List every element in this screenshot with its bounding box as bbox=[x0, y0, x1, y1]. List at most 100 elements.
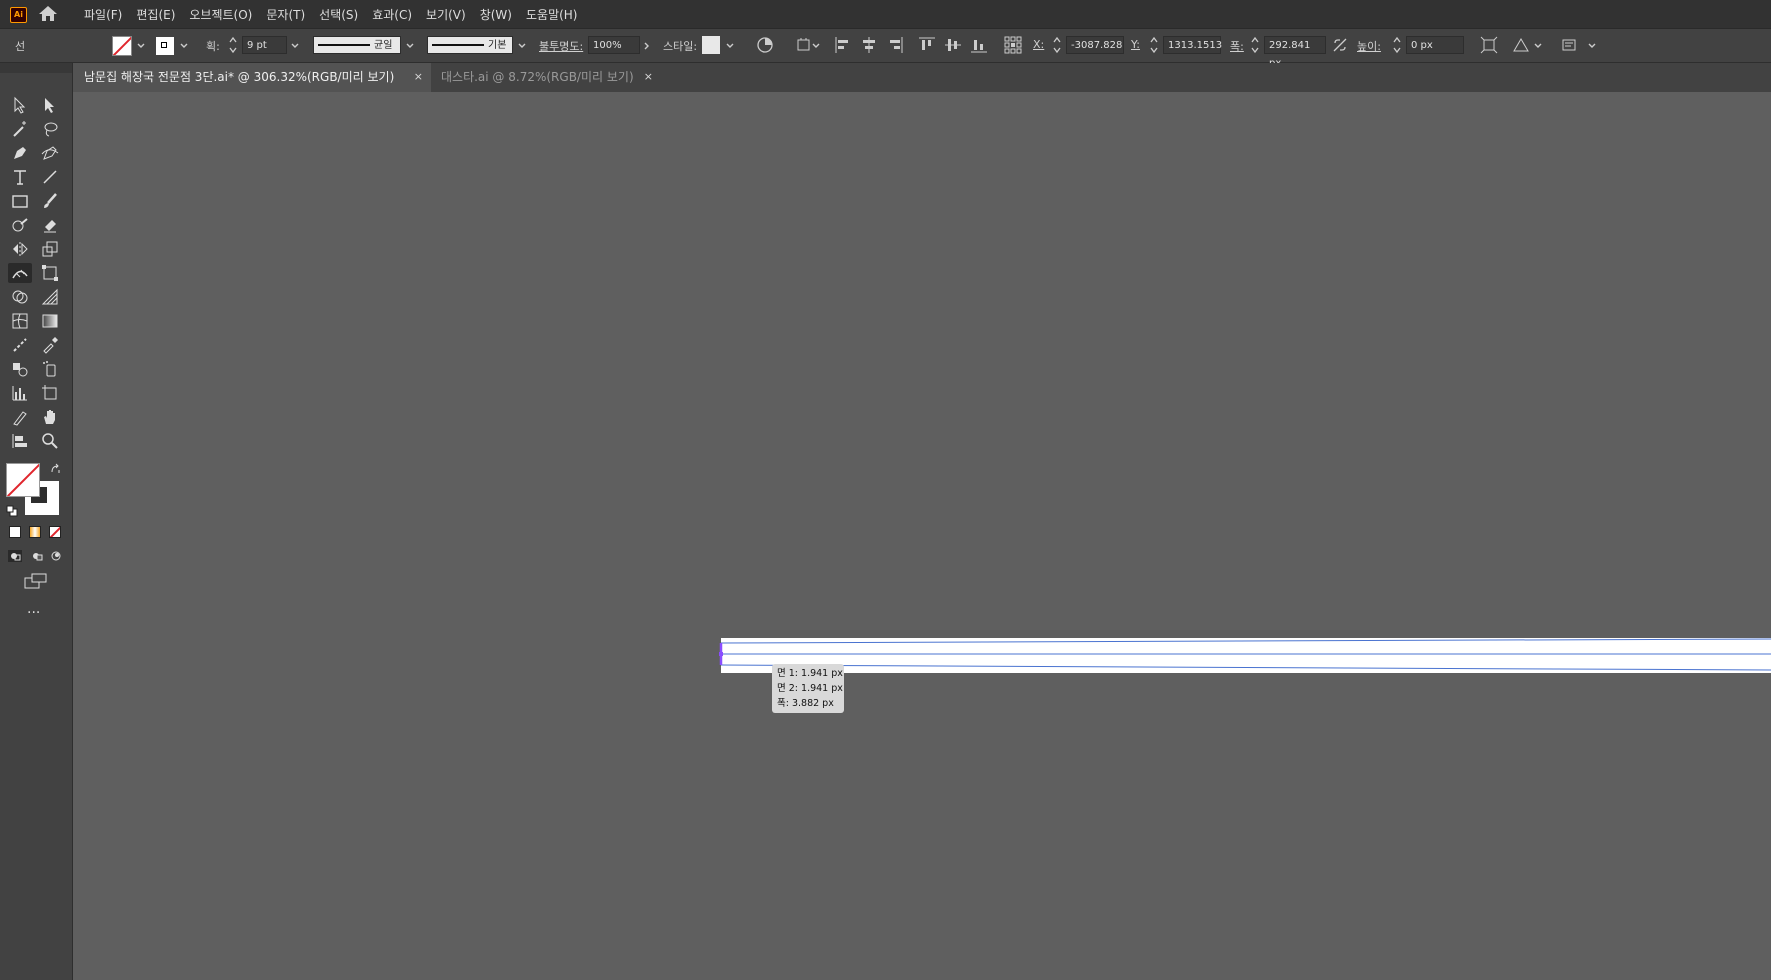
symbol-sprayer-tool-icon[interactable] bbox=[38, 359, 62, 379]
draw-inside-icon[interactable] bbox=[50, 550, 62, 562]
align-left-icon[interactable] bbox=[834, 36, 852, 54]
color-mode-icon[interactable] bbox=[9, 526, 21, 538]
height-label: 높이: bbox=[1357, 40, 1381, 53]
chevron-right-icon[interactable] bbox=[642, 41, 652, 51]
chevron-down-icon[interactable] bbox=[1587, 41, 1597, 51]
menu-effect[interactable]: 효과(C) bbox=[372, 6, 412, 23]
magic-wand-tool-icon[interactable] bbox=[8, 119, 32, 139]
y-label: Y: bbox=[1131, 38, 1140, 51]
menu-window[interactable]: 창(W) bbox=[480, 6, 512, 23]
spinner-icon[interactable] bbox=[1392, 35, 1402, 55]
menu-file[interactable]: 파일(F) bbox=[84, 6, 122, 23]
swap-colors-icon[interactable] bbox=[50, 463, 62, 475]
tab-document-active[interactable]: 남문집 해장국 전문점 3단.ai* @ 306.32%(RGB/미리 보기) … bbox=[74, 63, 431, 92]
gradient-mode-icon[interactable] bbox=[29, 526, 41, 538]
none-mode-icon[interactable] bbox=[49, 526, 61, 538]
shape-properties-icon[interactable] bbox=[1512, 36, 1530, 54]
direct-selection-tool-icon[interactable] bbox=[38, 95, 62, 115]
spinner-icon[interactable] bbox=[1250, 35, 1260, 55]
opacity-label[interactable]: 불투명도: bbox=[539, 38, 583, 54]
reference-point-icon[interactable] bbox=[1004, 36, 1022, 54]
draw-behind-icon[interactable] bbox=[30, 550, 44, 562]
change-screen-mode-icon[interactable] bbox=[24, 573, 48, 591]
reflect-tool-icon[interactable] bbox=[8, 239, 32, 259]
draw-normal-icon[interactable] bbox=[8, 550, 22, 562]
brush-definition[interactable]: 기본 bbox=[427, 36, 513, 54]
eyedropper-tool-icon[interactable] bbox=[38, 335, 62, 355]
tools-panel-header[interactable] bbox=[0, 63, 72, 73]
selected-path[interactable] bbox=[715, 636, 1771, 676]
constrain-proportions-icon[interactable] bbox=[1332, 37, 1348, 53]
menu-type[interactable]: 문자(T) bbox=[266, 6, 305, 23]
column-graph-tool-icon[interactable] bbox=[8, 383, 32, 403]
menu-edit[interactable]: 편집(E) bbox=[136, 6, 175, 23]
eraser-tool-icon[interactable] bbox=[38, 215, 62, 235]
graphic-style-swatch[interactable] bbox=[702, 36, 720, 54]
print-tiling-tool-icon[interactable] bbox=[8, 431, 32, 451]
spinner-icon[interactable] bbox=[1149, 35, 1159, 55]
fill-swatch[interactable] bbox=[112, 36, 132, 56]
brush-line bbox=[432, 44, 484, 46]
transform-panel-icon[interactable] bbox=[1480, 36, 1498, 54]
chevron-down-icon[interactable] bbox=[517, 41, 527, 51]
chevron-down-icon[interactable] bbox=[179, 41, 189, 51]
lasso-tool-icon[interactable] bbox=[38, 119, 62, 139]
align-right-icon[interactable] bbox=[886, 36, 904, 54]
selection-tool-icon[interactable] bbox=[8, 95, 32, 115]
panel-menu-icon[interactable] bbox=[1560, 36, 1578, 54]
x-input[interactable]: -3087.8286 bbox=[1066, 36, 1124, 54]
hand-tool-icon[interactable] bbox=[38, 407, 62, 427]
width-tool-icon[interactable] bbox=[8, 263, 32, 283]
slice-tool-icon[interactable] bbox=[8, 407, 32, 427]
chevron-down-icon[interactable] bbox=[405, 41, 415, 51]
shaper-tool-icon[interactable] bbox=[8, 215, 32, 235]
stroke-weight-input[interactable]: 9 pt bbox=[242, 36, 287, 54]
paintbrush-tool-icon[interactable] bbox=[38, 191, 62, 211]
stroke-swatch[interactable] bbox=[156, 37, 174, 55]
free-transform-tool-icon[interactable] bbox=[38, 263, 62, 283]
live-paint-bucket-icon[interactable] bbox=[8, 359, 32, 379]
rectangle-tool-icon[interactable] bbox=[8, 191, 32, 211]
close-icon[interactable]: × bbox=[644, 63, 653, 91]
variable-width-profile[interactable]: 균일 bbox=[313, 36, 401, 54]
perspective-grid-tool-icon[interactable] bbox=[38, 287, 62, 307]
home-icon[interactable] bbox=[38, 5, 58, 22]
blend-tool-icon[interactable] bbox=[8, 335, 32, 355]
gradient-tool-icon[interactable] bbox=[38, 311, 62, 331]
type-tool-icon[interactable] bbox=[8, 167, 32, 187]
mesh-tool-icon[interactable] bbox=[8, 311, 32, 331]
height-input[interactable]: 0 px bbox=[1406, 36, 1464, 54]
spinner-icon[interactable] bbox=[228, 35, 238, 55]
chevron-down-icon[interactable] bbox=[1533, 41, 1543, 51]
align-bottom-icon[interactable] bbox=[970, 36, 988, 54]
width-input[interactable]: 292.841 px bbox=[1264, 36, 1326, 69]
artboard-tool-icon[interactable] bbox=[38, 383, 62, 403]
tab-document-inactive[interactable]: 대스타.ai @ 8.72%(RGB/미리 보기) × bbox=[431, 63, 661, 92]
menu-object[interactable]: 오브젝트(O) bbox=[189, 6, 252, 23]
chevron-down-icon[interactable] bbox=[725, 41, 735, 51]
line-segment-tool-icon[interactable] bbox=[38, 167, 62, 187]
shape-builder-tool-icon[interactable] bbox=[8, 287, 32, 307]
chevron-down-icon[interactable] bbox=[290, 41, 300, 51]
close-icon[interactable]: × bbox=[414, 63, 423, 91]
align-center-icon[interactable] bbox=[860, 36, 878, 54]
zoom-tool-icon[interactable] bbox=[38, 431, 62, 451]
spinner-icon[interactable] bbox=[1052, 35, 1062, 55]
y-input[interactable]: 1313.1513 bbox=[1163, 36, 1222, 54]
scale-tool-icon[interactable] bbox=[38, 239, 62, 259]
align-top-icon[interactable] bbox=[918, 36, 936, 54]
chevron-down-icon[interactable] bbox=[136, 41, 146, 51]
menu-help[interactable]: 도움말(H) bbox=[526, 6, 578, 23]
menu-view[interactable]: 보기(V) bbox=[426, 6, 466, 23]
chevron-down-icon[interactable] bbox=[811, 41, 821, 51]
menu-select[interactable]: 선택(S) bbox=[319, 6, 358, 23]
curvature-tool-icon[interactable] bbox=[38, 143, 62, 163]
fill-color-box[interactable] bbox=[6, 463, 40, 497]
align-middle-icon[interactable] bbox=[944, 36, 962, 54]
recolor-artwork-icon[interactable] bbox=[756, 36, 774, 54]
pen-tool-icon[interactable] bbox=[8, 143, 32, 163]
artboard-canvas[interactable] bbox=[73, 92, 1771, 980]
edit-toolbar-button[interactable]: ... bbox=[27, 601, 40, 617]
opacity-input[interactable]: 100% bbox=[588, 36, 640, 54]
default-colors-icon[interactable] bbox=[6, 505, 18, 517]
